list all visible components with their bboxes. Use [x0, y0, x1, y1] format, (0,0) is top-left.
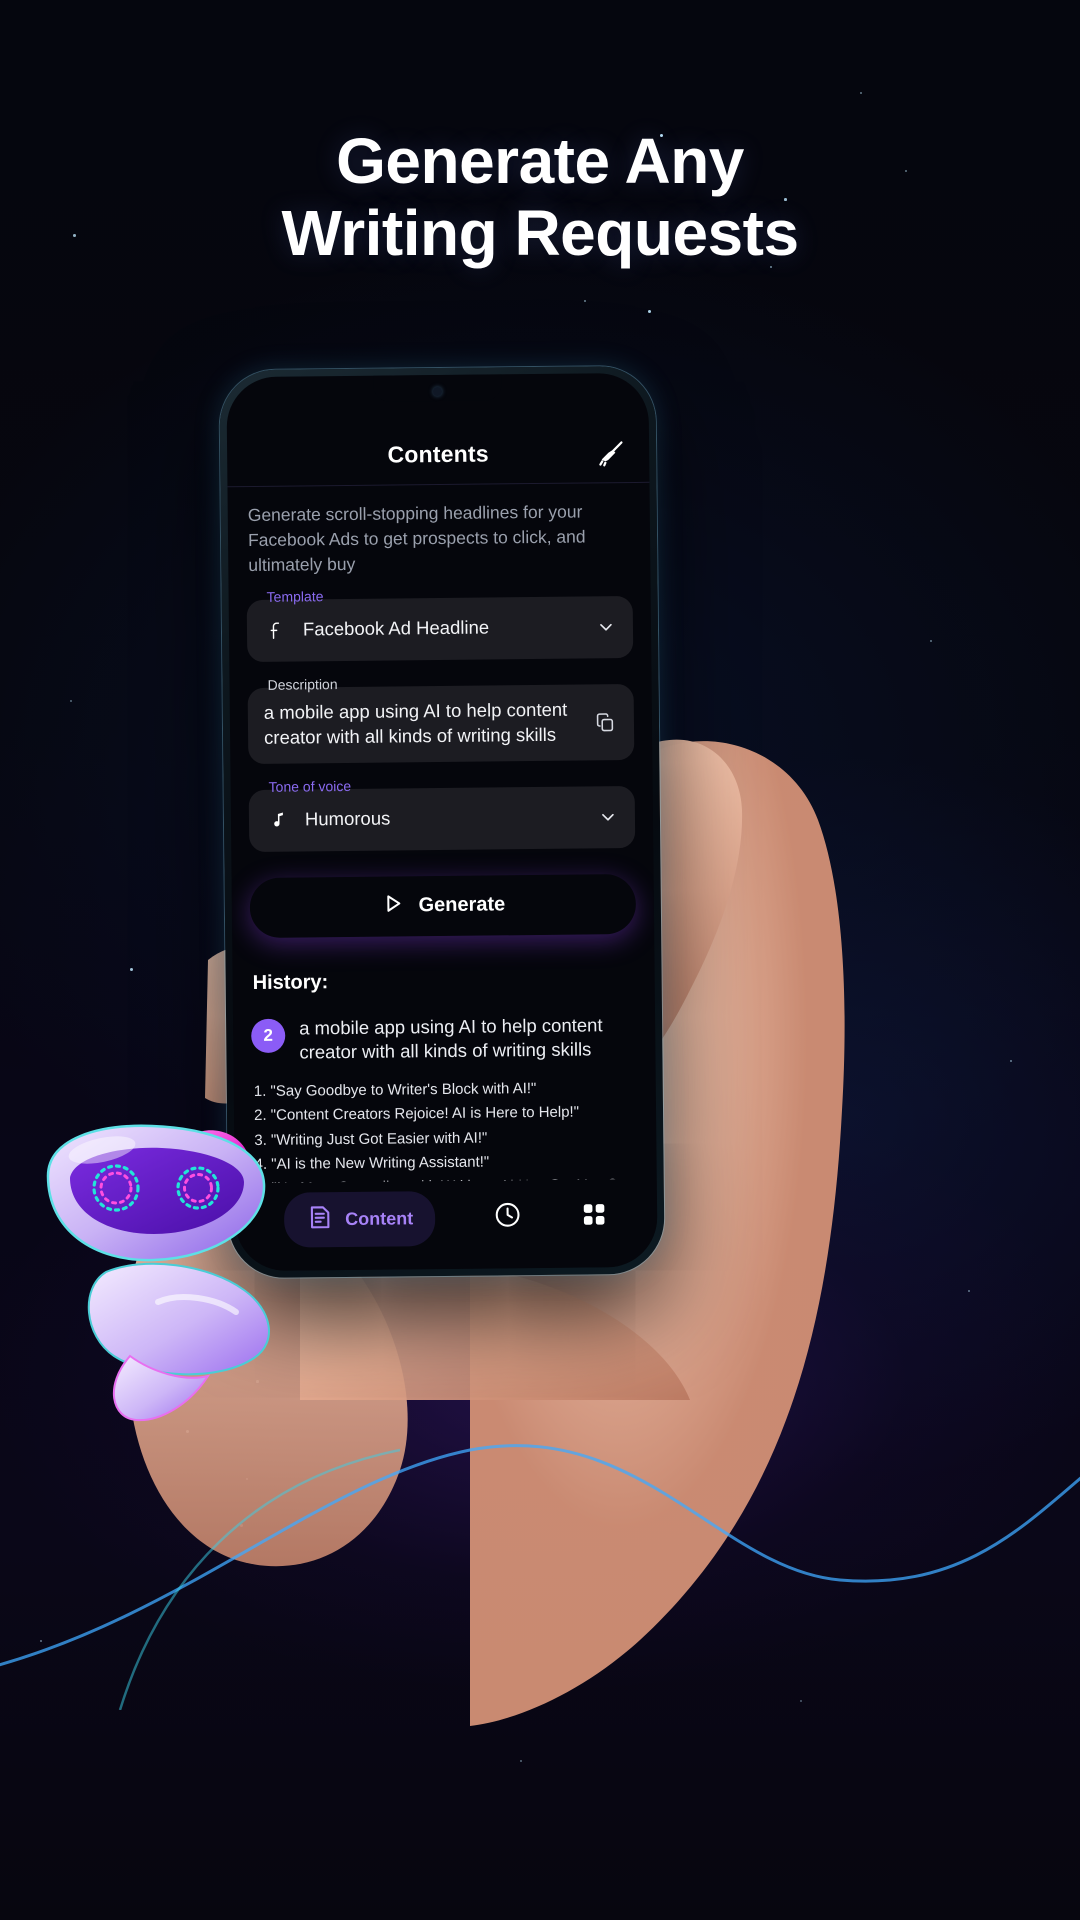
- robot-mascot-illustration: [40, 1120, 340, 1440]
- app-title: Contents: [387, 440, 489, 468]
- front-camera: [432, 386, 443, 397]
- field-box-tone[interactable]: Humorous: [248, 785, 636, 852]
- history-entry-header: 2 a mobile app using AI to help content …: [251, 1012, 637, 1066]
- app-content-scroll[interactable]: Generate scroll-stopping headlines for y…: [227, 483, 657, 1183]
- field-box-description[interactable]: a mobile app using AI to help content cr…: [247, 683, 635, 764]
- chevron-down-icon[interactable]: [595, 617, 617, 637]
- field-value-template: Facebook Ad Headline: [302, 616, 490, 640]
- field-description[interactable]: Description a mobile app using AI to hel…: [247, 676, 635, 764]
- status-badge: 2: [251, 1018, 286, 1053]
- field-label-template: Template: [266, 587, 324, 605]
- field-label-tone: Tone of voice: [268, 777, 352, 795]
- history-heading: History:: [252, 970, 329, 994]
- field-value-tone: Humorous: [304, 807, 391, 830]
- generate-button-label: Generate: [418, 893, 506, 917]
- page-title: Generate Any Writing Requests: [0, 125, 1080, 269]
- field-label-description: Description: [267, 675, 338, 693]
- generate-button[interactable]: Generate: [250, 874, 637, 938]
- broom-icon[interactable]: [595, 436, 629, 470]
- chevron-down-icon[interactable]: [597, 807, 619, 827]
- copy-icon[interactable]: [592, 711, 618, 733]
- headline-line-1: Generate Any: [336, 125, 744, 197]
- field-template[interactable]: Template Facebook Ad Headline: [246, 588, 634, 662]
- field-tone-of-voice[interactable]: Tone of voice Humorous: [248, 777, 636, 852]
- headline-line-2: Writing Requests: [281, 196, 799, 269]
- template-description: Generate scroll-stopping headlines for y…: [247, 501, 586, 575]
- music-note-icon: [265, 809, 291, 831]
- facebook-icon: [263, 619, 289, 641]
- play-icon: [380, 891, 404, 920]
- history-entry-prompt: a mobile app using AI to help content cr…: [299, 1013, 603, 1063]
- field-box-template[interactable]: Facebook Ad Headline: [246, 595, 634, 662]
- field-value-description: a mobile app using AI to help content cr…: [263, 698, 568, 748]
